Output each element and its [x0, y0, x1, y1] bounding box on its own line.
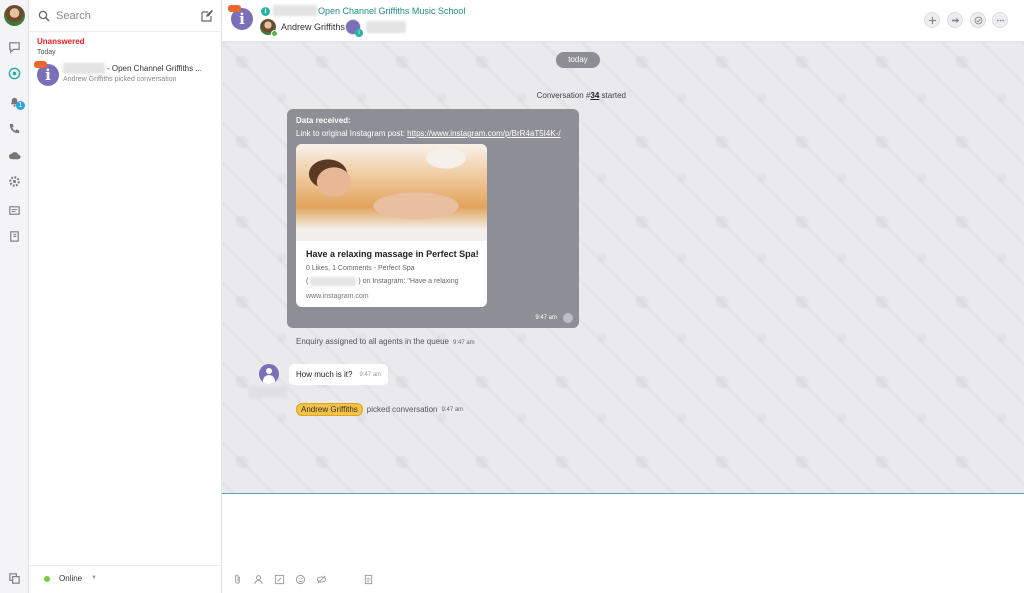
agent-avatar [260, 19, 278, 37]
redacted-name [63, 63, 105, 74]
status-label: Online [59, 574, 83, 583]
system-message: Enquiry assigned to all agents in the qu… [296, 337, 475, 346]
chat-bubble-icon[interactable] [8, 41, 21, 54]
contacts-book-icon[interactable] [8, 230, 21, 243]
customer-message-text: How much is it? [296, 370, 353, 379]
contact-icon[interactable] [252, 573, 265, 586]
compose-icon[interactable] [201, 9, 214, 22]
resolve-icon [974, 16, 982, 24]
instagram-post-link[interactable]: https://www.instagram.com/p/BrR4aT5I4K-/ [407, 129, 560, 138]
system-message-text: picked conversation [366, 405, 438, 414]
section-date: Today [37, 49, 56, 56]
redacted-name [273, 5, 317, 16]
online-dot-icon [44, 576, 50, 582]
emoji-icon[interactable] [294, 573, 307, 586]
agent-name-badge[interactable]: Andrew Griffiths [296, 403, 363, 416]
section-title-unanswered: Unanswered [37, 37, 85, 46]
conversation-subtitle: Andrew Griffiths picked conversation [63, 76, 177, 83]
attachment-icon[interactable] [231, 573, 244, 586]
resolve-button[interactable] [970, 12, 986, 28]
notification-count-badge: 1 [16, 101, 25, 110]
conversation-header: i i Open Channel Griffiths Music School … [222, 0, 1024, 42]
composer-toolbar [231, 572, 383, 586]
icon-rail: 1 [0, 0, 29, 593]
conversation-started-suffix: started [599, 91, 626, 100]
cloud-icon[interactable] [8, 149, 21, 162]
forward-button[interactable] [947, 12, 963, 28]
customer-avatar [259, 364, 279, 384]
message-time: 9:47 am [535, 315, 557, 321]
redacted-name [310, 277, 357, 286]
phone-icon[interactable] [8, 122, 21, 135]
conversation-number-link[interactable]: 34 [590, 91, 599, 100]
add-button[interactable] [924, 12, 940, 28]
customer-message-time: 9:47 am [359, 371, 382, 378]
settings-icon[interactable] [8, 175, 21, 188]
note-icon[interactable] [362, 573, 375, 586]
link-prefix: Link to original Instagram post: [296, 129, 408, 138]
channel-info-icon: i [228, 5, 253, 30]
mute-icon[interactable] [315, 573, 328, 586]
preview-meta: 0 Likes, 1 Comments - Perfect Spa [306, 265, 415, 272]
divider [29, 31, 222, 32]
message-heading: Data received: [296, 116, 351, 125]
preview-domain: www.instagram.com [306, 293, 369, 300]
user-avatar[interactable] [4, 5, 25, 26]
channel-title[interactable]: Open Channel Griffiths Music School [318, 6, 465, 16]
preview-description: ( ) on Instagram: "Have a relaxing [306, 277, 459, 286]
search-icon [38, 10, 50, 22]
conversation-title: - Open Channel Griffiths ... [107, 64, 203, 73]
lock-icon [563, 313, 573, 323]
search-box[interactable]: Search [38, 8, 214, 24]
chevron-down-icon: ▼ [91, 575, 97, 581]
info-icon[interactable]: i [261, 7, 270, 16]
conversation-started-prefix: Conversation # [536, 91, 591, 100]
copy-windows-icon[interactable] [8, 572, 21, 585]
preview-image [296, 144, 487, 241]
message-link-line: Link to original Instagram post: https:/… [296, 129, 561, 138]
reports-icon[interactable] [8, 204, 21, 217]
system-message-time: 9:47 am [441, 406, 464, 413]
agent-name: Andrew Griffiths [281, 22, 345, 32]
more-button[interactable] [992, 12, 1008, 28]
customer-avatar: i [345, 19, 363, 37]
system-message: Andrew Griffiths picked conversation 9:4… [296, 403, 463, 416]
preview-title: Have a relaxing massage in Perfect Spa! [306, 249, 479, 259]
redacted-name [366, 21, 406, 33]
conversations-icon[interactable] [8, 67, 21, 80]
more-icon [996, 19, 1004, 21]
status-selector[interactable]: Online ▼ [29, 565, 222, 593]
data-received-message: Data received: Link to original Instagra… [287, 109, 579, 328]
customer-message-bubble: How much is it? 9:47 am [289, 364, 389, 385]
system-message-text: Enquiry assigned to all agents in the qu… [296, 337, 449, 346]
system-message-time: 9:47 am [453, 340, 475, 346]
message-composer[interactable] [222, 493, 1024, 593]
link-preview-card[interactable]: Have a relaxing massage in Perfect Spa! … [296, 144, 487, 307]
search-input[interactable]: Search [56, 10, 91, 22]
template-icon[interactable] [273, 573, 286, 586]
conversation-started-note: Conversation #34 started [222, 91, 962, 100]
add-icon [928, 16, 936, 24]
channel-info-icon: i [34, 61, 59, 86]
preview-line-open: ( [306, 278, 309, 285]
date-pill: today [556, 52, 600, 68]
chat-area: today Conversation #34 started Data rece… [222, 42, 1024, 493]
conversation-list-panel: Search Unanswered Today i - Open Channel… [29, 0, 222, 593]
redacted-name [249, 386, 287, 398]
list-item[interactable]: i - Open Channel Griffiths ... Andrew Gr… [34, 61, 217, 88]
forward-icon [951, 17, 959, 23]
preview-line-rest: ) on Instagram: "Have a relaxing [358, 278, 459, 285]
